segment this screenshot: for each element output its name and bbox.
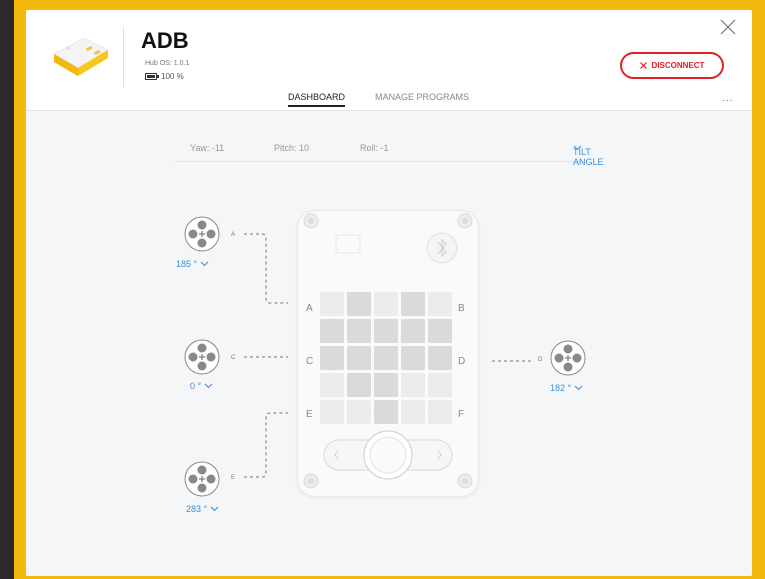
matrix-pixel bbox=[428, 400, 452, 424]
port-d-value: 182 ° bbox=[550, 383, 572, 393]
chevron-down-icon bbox=[200, 261, 209, 267]
port-c-value-dropdown[interactable]: 0 ° bbox=[190, 381, 213, 391]
modal-header: ADB Hub OS: 1.0.1 100 % DASHBOARD MANAGE… bbox=[26, 10, 752, 111]
matrix-pixel bbox=[347, 373, 371, 397]
hub-os-version: Hub OS: 1.0.1 bbox=[145, 60, 190, 67]
matrix-pixel bbox=[320, 346, 344, 370]
matrix-pixel bbox=[374, 319, 398, 343]
motor-icon bbox=[550, 340, 586, 376]
matrix-pixel bbox=[374, 292, 398, 316]
port-a-motor[interactable] bbox=[184, 216, 220, 252]
port-c-motor[interactable] bbox=[184, 339, 220, 375]
matrix-pixel bbox=[401, 319, 425, 343]
port-e-value-dropdown[interactable]: 283 ° bbox=[186, 504, 219, 514]
motor-icon bbox=[184, 216, 220, 252]
hub-side-e: E bbox=[306, 409, 313, 420]
port-d-value-dropdown[interactable]: 182 ° bbox=[550, 383, 583, 393]
matrix-pixel bbox=[428, 292, 452, 316]
matrix-pixel bbox=[428, 373, 452, 397]
hub-connection-modal: ADB Hub OS: 1.0.1 100 % DASHBOARD MANAGE… bbox=[26, 10, 752, 576]
tab-bar: DASHBOARD MANAGE PROGRAMS bbox=[288, 92, 469, 107]
motor-icon bbox=[184, 339, 220, 375]
matrix-pixel bbox=[347, 346, 371, 370]
matrix-pixel bbox=[401, 373, 425, 397]
port-e-value: 283 ° bbox=[186, 504, 208, 514]
hub-side-f: F bbox=[458, 409, 465, 420]
matrix-pixel bbox=[320, 292, 344, 316]
matrix-pixel bbox=[347, 292, 371, 316]
battery-icon bbox=[145, 73, 159, 80]
port-d-motor[interactable] bbox=[550, 340, 586, 376]
hub-side-d: D bbox=[458, 356, 466, 367]
motor-icon bbox=[184, 461, 220, 497]
hub-image-icon bbox=[53, 38, 109, 76]
port-a-value-dropdown[interactable]: 185 ° bbox=[176, 259, 209, 269]
port-e-label: E bbox=[231, 475, 236, 481]
port-c-value: 0 ° bbox=[190, 381, 202, 391]
matrix-pixel bbox=[320, 319, 344, 343]
battery-level: 100 % bbox=[161, 72, 184, 81]
hub-name: ADB bbox=[141, 28, 189, 53]
hub-side-c: C bbox=[306, 356, 314, 367]
more-options-button[interactable]: ... bbox=[722, 93, 733, 104]
matrix-pixel bbox=[401, 292, 425, 316]
light-matrix bbox=[320, 292, 452, 424]
disconnect-label: DISCONNECT bbox=[651, 61, 705, 70]
matrix-pixel bbox=[401, 400, 425, 424]
x-icon bbox=[639, 62, 647, 69]
port-a-label: A bbox=[231, 232, 236, 238]
matrix-pixel bbox=[374, 400, 398, 424]
hub-side-b: B bbox=[458, 303, 465, 314]
tab-dashboard[interactable]: DASHBOARD bbox=[288, 92, 346, 107]
close-icon[interactable] bbox=[719, 18, 737, 36]
matrix-pixel bbox=[320, 373, 344, 397]
chevron-down-icon bbox=[204, 383, 213, 389]
port-e-motor[interactable] bbox=[184, 461, 220, 497]
port-c-label: C bbox=[231, 355, 236, 361]
port-d-label: D bbox=[538, 357, 543, 363]
matrix-pixel bbox=[401, 346, 425, 370]
header-divider bbox=[123, 27, 124, 87]
matrix-pixel bbox=[347, 400, 371, 424]
matrix-pixel bbox=[428, 319, 452, 343]
background-strip bbox=[0, 0, 14, 579]
matrix-pixel bbox=[320, 400, 344, 424]
battery-status: 100 % bbox=[145, 72, 184, 81]
tab-manage-programs[interactable]: MANAGE PROGRAMS bbox=[375, 92, 469, 107]
dashboard-panel: Yaw: -11 Pitch: 10 Roll: -1 TILT ANGLE A… bbox=[26, 111, 752, 576]
chevron-down-icon bbox=[210, 506, 219, 512]
chevron-down-icon bbox=[574, 385, 583, 391]
matrix-pixel bbox=[374, 373, 398, 397]
disconnect-button[interactable]: DISCONNECT bbox=[620, 52, 724, 79]
matrix-pixel bbox=[347, 319, 371, 343]
matrix-pixel bbox=[374, 346, 398, 370]
matrix-pixel bbox=[428, 346, 452, 370]
hub-side-a: A bbox=[306, 303, 313, 314]
port-a-value: 185 ° bbox=[176, 259, 198, 269]
